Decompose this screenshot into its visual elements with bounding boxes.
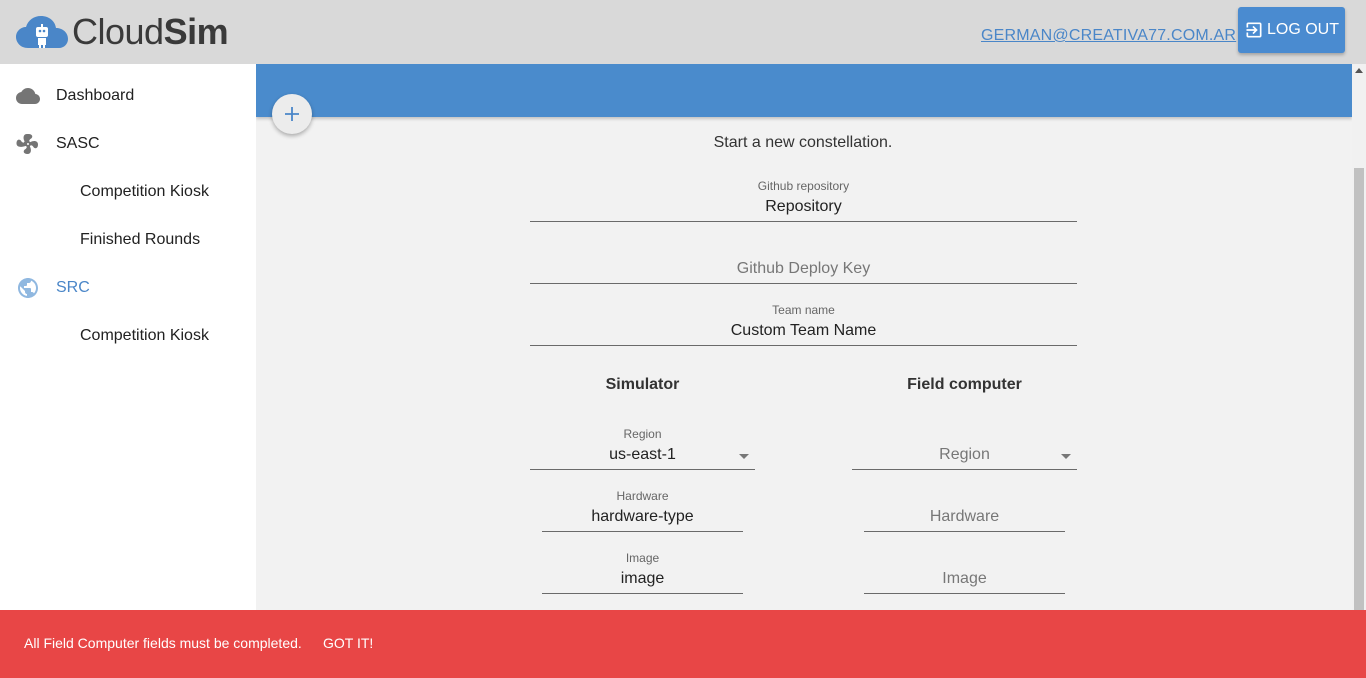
sidebar-item-sasc[interactable]: SASC xyxy=(0,120,256,168)
cloudsim-logo[interactable]: CloudSim xyxy=(16,11,229,52)
team-name-value: Custom Team Name xyxy=(730,322,877,339)
main-content: Start a new constellation. Github reposi… xyxy=(256,64,1352,610)
logout-label: LOG OUT xyxy=(1266,21,1339,38)
github-deploy-key-placeholder: Github Deploy Key xyxy=(736,260,871,277)
plus-icon xyxy=(285,107,299,121)
chevron-down-icon xyxy=(1061,454,1071,459)
field-computer-region-placeholder: Region xyxy=(939,446,990,463)
sidebar-item-label: SASC xyxy=(56,135,100,152)
scrollbar-thumb[interactable] xyxy=(1354,168,1364,610)
simulator-hardware-label: Hardware xyxy=(616,489,669,503)
logo-wordmark-bold: Sim xyxy=(163,11,229,52)
sidebar-item-src-competition-kiosk[interactable]: Competition Kiosk xyxy=(0,312,256,360)
github-repository-value: Repository xyxy=(765,198,842,215)
simulator-title: Simulator xyxy=(605,376,680,393)
simulator-region-select[interactable]: Region us-east-1 xyxy=(530,427,755,470)
sidebar-item-dashboard[interactable]: Dashboard xyxy=(0,72,256,120)
logout-button[interactable]: LOG OUT xyxy=(1238,7,1345,53)
sidebar-item-label: Finished Rounds xyxy=(80,231,201,248)
field-computer-hardware-field[interactable]: Hardware xyxy=(864,489,1065,532)
snackbar-dismiss-button[interactable]: GOT IT! xyxy=(323,635,373,651)
github-repository-label: Github repository xyxy=(757,179,850,193)
form-intro-text: Start a new constellation. xyxy=(713,134,893,151)
sidebar-item-label: Competition Kiosk xyxy=(80,327,209,344)
cloud-icon xyxy=(16,88,40,104)
simulator-image-value: image xyxy=(620,570,665,587)
main-scrollbar[interactable] xyxy=(1352,64,1366,610)
chevron-down-icon xyxy=(739,454,749,459)
logo-wordmark: CloudSim xyxy=(72,11,229,52)
sidebar-item-label: Dashboard xyxy=(56,87,135,104)
simulator-hardware-field[interactable]: Hardware hardware-type xyxy=(542,489,743,532)
simulator-hardware-value: hardware-type xyxy=(591,508,694,525)
sidebar-item-src[interactable]: SRC xyxy=(0,264,256,312)
logo-wordmark-light: Cloud xyxy=(72,11,164,52)
exit-to-app-icon xyxy=(1246,22,1262,38)
sidebar-item-label: Competition Kiosk xyxy=(80,183,209,200)
simulator-image-label: Image xyxy=(625,551,660,565)
toolbar-band xyxy=(256,64,1352,117)
snackbar-message: All Field Computer fields must be comple… xyxy=(24,635,302,651)
sidebar-item-finished-rounds[interactable]: Finished Rounds xyxy=(0,216,256,264)
app-header: CloudSim GERMAN@CREATIVA77.COM.AR LOG OU… xyxy=(0,0,1366,64)
user-email-link[interactable]: GERMAN@CREATIVA77.COM.AR xyxy=(981,27,1236,45)
field-computer-region-select[interactable]: Region xyxy=(852,427,1077,470)
sidebar-nav: Dashboard SASC Competition Kiosk Finishe… xyxy=(0,64,256,610)
simulator-region-value: us-east-1 xyxy=(609,446,676,463)
simulator-image-field[interactable]: Image image xyxy=(542,551,743,594)
team-name-label: Team name xyxy=(772,303,835,317)
field-computer-image-field[interactable]: Image xyxy=(864,551,1065,594)
scroll-up-arrow-icon[interactable] xyxy=(1355,68,1363,73)
github-repository-field[interactable]: Github repository Repository xyxy=(530,179,1077,222)
fan-icon xyxy=(16,134,38,154)
sidebar-item-sasc-competition-kiosk[interactable]: Competition Kiosk xyxy=(0,168,256,216)
cloud-robot-logo-icon xyxy=(16,16,68,48)
add-button[interactable] xyxy=(272,94,312,134)
field-computer-title: Field computer xyxy=(907,376,1022,393)
simulator-region-label: Region xyxy=(623,427,662,441)
field-computer-hardware-placeholder: Hardware xyxy=(929,508,1000,525)
field-computer-image-placeholder: Image xyxy=(942,570,987,587)
error-snackbar: All Field Computer fields must be comple… xyxy=(0,610,1366,678)
team-name-field[interactable]: Team name Custom Team Name xyxy=(530,303,1077,346)
globe-icon xyxy=(18,278,38,298)
sidebar-item-label: SRC xyxy=(56,279,90,296)
github-deploy-key-field[interactable]: Github Deploy Key xyxy=(530,241,1077,284)
